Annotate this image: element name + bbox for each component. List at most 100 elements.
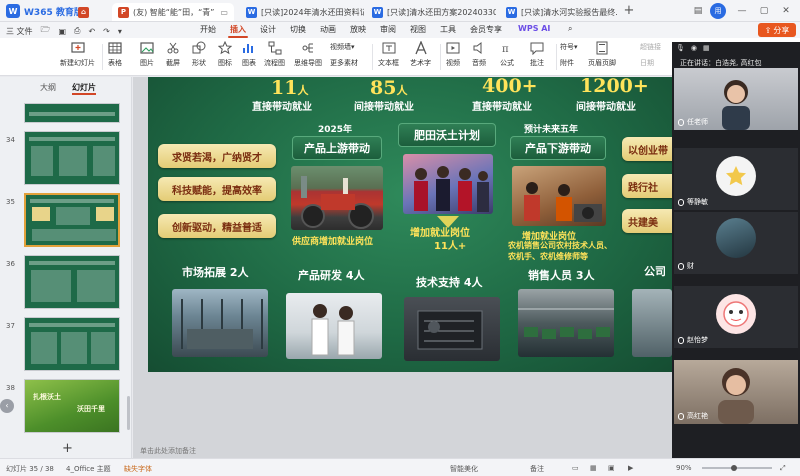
flowchart-button[interactable]: 流程图 bbox=[264, 41, 285, 68]
video-tile-2[interactable]: 等静敏 bbox=[674, 148, 798, 210]
sorter-view-icon[interactable]: ▦ bbox=[590, 464, 597, 472]
picture-button[interactable]: 图片 bbox=[140, 41, 154, 68]
screenshot-button[interactable]: 截屏 bbox=[166, 41, 180, 68]
more-icon[interactable]: ▾ bbox=[118, 27, 122, 36]
thumb-decor bbox=[61, 332, 87, 364]
new-slide-button[interactable]: 新建幻灯片 bbox=[60, 41, 95, 68]
zoom-level[interactable]: 90% bbox=[676, 464, 692, 472]
play-icon[interactable]: ▶ bbox=[628, 464, 633, 472]
camera-icon[interactable]: ◉ bbox=[691, 44, 697, 52]
menu-member[interactable]: 会员专享 bbox=[470, 24, 502, 35]
window-close-icon[interactable]: ✕ bbox=[778, 3, 794, 19]
menu-transition[interactable]: 切换 bbox=[290, 24, 306, 35]
audio-button[interactable]: 音频 bbox=[472, 41, 486, 68]
table-button[interactable]: 表格 bbox=[108, 41, 122, 68]
folder-icon[interactable]: 🗁 bbox=[41, 24, 51, 38]
mic-icon[interactable]: 🎙 bbox=[676, 44, 685, 52]
zoom-slider-handle[interactable] bbox=[730, 465, 737, 471]
document-tab-doc1[interactable]: W [只读]2024年清水还田资料记录(1).d bbox=[240, 3, 364, 21]
search-icon[interactable]: ⌕ bbox=[568, 24, 572, 34]
menu-tools[interactable]: 工具 bbox=[440, 24, 456, 35]
more-materials-dropdown[interactable]: 更多素材 bbox=[330, 58, 358, 68]
menu-animation[interactable]: 动画 bbox=[320, 24, 336, 35]
layout-icon[interactable]: ▤ bbox=[690, 3, 706, 19]
slide-thumbnail-34[interactable] bbox=[24, 131, 120, 185]
menu-review[interactable]: 审阅 bbox=[380, 24, 396, 35]
stat-number: 400+ bbox=[482, 77, 538, 97]
slide-thumbnail-38[interactable]: 扎根沃土 沃田千里 bbox=[24, 379, 120, 433]
participant-label: 财 bbox=[687, 262, 694, 270]
screen-icon[interactable]: ▭ bbox=[220, 8, 228, 17]
center-caption-count: 11人+ bbox=[434, 241, 467, 252]
video-button[interactable]: 视频 bbox=[446, 41, 460, 68]
maximize-icon[interactable]: ▢ bbox=[756, 3, 772, 19]
attachment-button[interactable]: 附件 bbox=[560, 58, 574, 68]
redo-icon[interactable]: ↷ bbox=[103, 27, 110, 36]
menu-design[interactable]: 设计 bbox=[260, 24, 276, 35]
video-tile-3[interactable]: 财 bbox=[674, 212, 798, 274]
comment-button[interactable]: 批注 bbox=[530, 41, 544, 68]
slide-thumbnail-36[interactable] bbox=[24, 255, 120, 309]
normal-view-icon[interactable]: ▭ bbox=[572, 464, 579, 472]
slide-canvas[interactable]: 11人 直接带动就业 85人 间接带动就业 400+ 直接带动就业 1200+ … bbox=[148, 77, 672, 372]
tab-outline[interactable]: 大纲 bbox=[40, 82, 56, 95]
thumbnail-scrollbar[interactable] bbox=[127, 396, 130, 430]
undo-icon[interactable]: ↶ bbox=[88, 27, 95, 36]
collapse-panel-icon[interactable]: ‹ bbox=[0, 399, 14, 413]
fit-window-icon[interactable]: ⤢ bbox=[780, 464, 786, 473]
print-icon[interactable]: ⎙ bbox=[74, 26, 80, 36]
textbox-icon bbox=[382, 41, 396, 55]
icon-button[interactable]: 图标 bbox=[218, 41, 232, 68]
avatar[interactable]: 用 bbox=[710, 3, 726, 19]
role-label: 产品研发 4人 bbox=[298, 269, 365, 282]
grid-icon[interactable]: ▦ bbox=[703, 44, 710, 52]
stat-number: 85 bbox=[370, 77, 397, 99]
video-tile-4[interactable]: 赵怡梦 bbox=[674, 286, 798, 348]
notes-toggle-button[interactable]: 备注 bbox=[530, 464, 544, 474]
formula-button[interactable]: π 公式 bbox=[500, 41, 514, 68]
hyperlink-button[interactable]: 超链接 bbox=[640, 42, 661, 52]
video-tile-5[interactable]: 高红艳 bbox=[674, 360, 798, 424]
picture-icon bbox=[140, 41, 154, 55]
slide-thumbnail-33[interactable] bbox=[24, 103, 120, 123]
symbol-dropdown[interactable]: 符号▾ bbox=[560, 42, 578, 52]
menu-view[interactable]: 视图 bbox=[410, 24, 426, 35]
document-tab-doc2[interactable]: W [只读]清水还田方案20240330.docx bbox=[366, 3, 496, 21]
participant-label: 高红艳 bbox=[687, 412, 708, 420]
minimize-icon[interactable]: — bbox=[734, 3, 750, 19]
theme-name[interactable]: 4_Office 主题 bbox=[66, 464, 111, 474]
video-tile-teacher[interactable]: 任老师 bbox=[674, 68, 798, 130]
menu-insert[interactable]: 插入 bbox=[228, 24, 248, 38]
slide-thumbnail-35-current[interactable] bbox=[24, 193, 120, 247]
reading-view-icon[interactable]: ▣ bbox=[608, 464, 615, 472]
document-tab-ppt[interactable]: P (友) 智能“能”田，“青” ▭ ✕ bbox=[112, 3, 234, 21]
slide-thumbnail-37[interactable] bbox=[24, 317, 120, 371]
strategy-pill: 创新驱动，精益普适 bbox=[158, 214, 276, 238]
add-slide-button[interactable]: + bbox=[62, 441, 73, 456]
date-button[interactable]: 日期 bbox=[640, 58, 654, 68]
share-button[interactable]: ⇪ 分享 bbox=[758, 23, 796, 37]
document-tab-doc3[interactable]: W [只读]清水河实验报告最终.docx bbox=[500, 3, 618, 21]
smart-beautify-button[interactable]: 智能美化 bbox=[450, 464, 478, 474]
mindmap-button[interactable]: 思维导图 bbox=[294, 41, 322, 68]
notes-placeholder[interactable]: 单击此处添加备注 bbox=[140, 446, 196, 456]
new-tab-icon[interactable]: + bbox=[622, 4, 636, 18]
avatar bbox=[716, 218, 756, 258]
video-wall-dropdown[interactable]: 视频墙▾ bbox=[330, 42, 355, 52]
menu-start[interactable]: 开始 bbox=[200, 24, 216, 35]
wordart-button[interactable]: 艺术字 bbox=[410, 41, 431, 68]
missing-font-warning[interactable]: 缺失字体 bbox=[124, 464, 152, 474]
role-label: 公司 bbox=[644, 265, 666, 278]
wps-ai-button[interactable]: WPS AI bbox=[518, 24, 550, 33]
menu-slideshow[interactable]: 放映 bbox=[350, 24, 366, 35]
zoom-slider[interactable] bbox=[702, 465, 772, 471]
textbox-button[interactable]: 文本框 bbox=[378, 41, 399, 68]
save-icon[interactable]: ▣ bbox=[58, 27, 66, 36]
file-menu[interactable]: 三 文件 bbox=[6, 26, 33, 37]
shape-button[interactable]: 形状 bbox=[192, 41, 206, 68]
lab-photo bbox=[286, 293, 382, 359]
header-footer-button[interactable]: 页眉页脚 bbox=[588, 41, 616, 68]
chart-button[interactable]: 图表 bbox=[242, 41, 256, 68]
home-tab[interactable]: ⌂ bbox=[72, 3, 90, 21]
tab-slides[interactable]: 幻灯片 bbox=[72, 82, 96, 95]
